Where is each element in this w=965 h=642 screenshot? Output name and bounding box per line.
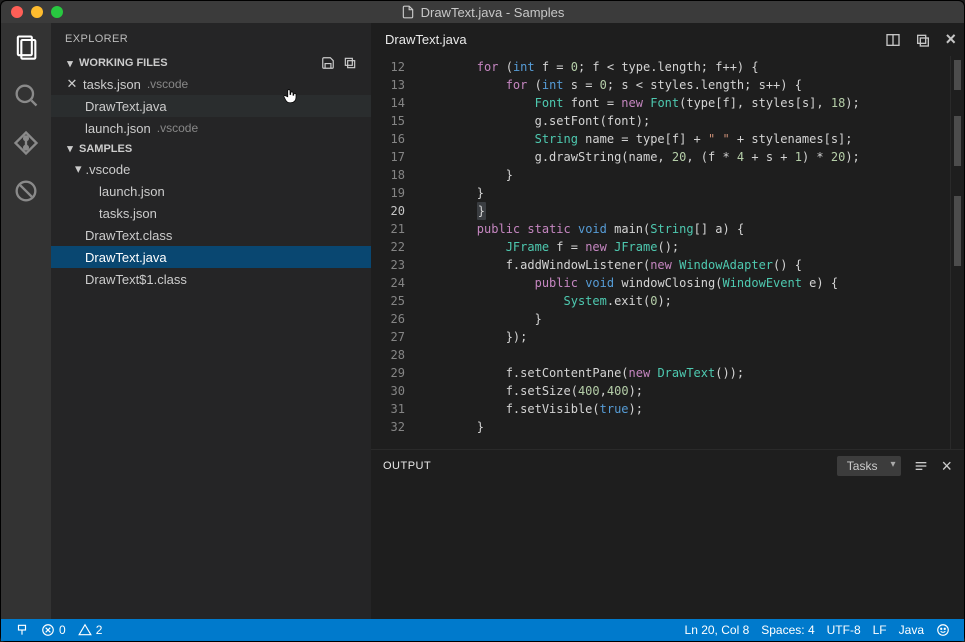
panel-title: OUTPUT [383, 460, 431, 472]
samples-label: SAMPLES [79, 143, 132, 155]
status-bar: 0 2 Ln 20, Col 8 Spaces: 4 UTF-8 LF Java [1, 619, 964, 641]
chevron-down-icon: ▾ [75, 161, 82, 177]
working-file-item[interactable]: DrawText.java [51, 95, 371, 117]
file-dir: .vscode [147, 77, 188, 91]
git-icon[interactable] [12, 129, 40, 157]
more-icon[interactable] [915, 32, 931, 48]
window-zoom-dot[interactable] [51, 6, 63, 18]
search-icon[interactable] [12, 81, 40, 109]
warning-icon [78, 623, 92, 637]
status-feedback[interactable] [930, 623, 956, 637]
samples-list: ▾.vscodelaunch.jsontasks.jsonDrawText.cl… [51, 158, 371, 290]
save-all-icon[interactable] [321, 56, 335, 70]
file-name: DrawText.java [85, 99, 167, 114]
split-editor-icon[interactable] [885, 32, 901, 48]
output-channel-select[interactable]: Tasks [837, 456, 902, 476]
output-body[interactable] [371, 482, 964, 619]
status-lang[interactable]: Java [893, 623, 930, 637]
tab-drawtext[interactable]: DrawText.java [379, 26, 473, 53]
close-editor-icon[interactable]: × [945, 29, 956, 50]
window-minimize-dot[interactable] [31, 6, 43, 18]
tree-folder[interactable]: ▾.vscode [51, 158, 371, 180]
window-close-dot[interactable] [11, 6, 23, 18]
editor-area: DrawText.java × 121314151617181920212223… [371, 23, 964, 619]
status-warnings[interactable]: 2 [72, 623, 109, 637]
close-all-icon[interactable] [343, 56, 357, 70]
status-errors[interactable]: 0 [35, 623, 72, 637]
chevron-down-icon: ▾ [65, 142, 75, 155]
samples-header[interactable]: ▾ SAMPLES [51, 139, 371, 158]
close-panel-icon[interactable]: × [941, 456, 952, 477]
working-file-item[interactable]: launch.json .vscode [51, 117, 371, 139]
output-panel: OUTPUT Tasks × [371, 449, 964, 619]
file-dir: .vscode [157, 121, 198, 135]
status-encoding[interactable]: UTF-8 [821, 623, 867, 637]
chevron-down-icon: ▾ [65, 57, 75, 70]
file-name: launch.json [85, 121, 151, 136]
working-files-header[interactable]: ▾ WORKING FILES [51, 53, 371, 73]
file-name: tasks.json [83, 77, 141, 92]
tree-item[interactable]: launch.json [51, 180, 371, 202]
explorer-icon[interactable] [12, 33, 40, 61]
working-files-list: ✕ tasks.json .vscode DrawText.java launch.js… [51, 73, 371, 139]
close-icon[interactable]: ✕ [65, 76, 79, 92]
status-lncol[interactable]: Ln 20, Col 8 [679, 623, 756, 637]
activity-bar [1, 23, 51, 619]
sidebar: EXPLORER ▾ WORKING FILES ✕ tasks.json .vsc… [51, 23, 371, 619]
window-title: DrawText.java - Samples [421, 5, 565, 20]
minimap[interactable] [950, 56, 964, 449]
status-eol[interactable]: LF [867, 623, 893, 637]
code-editor[interactable]: for (int f = 0; f < type.length; f++) { … [419, 56, 964, 449]
status-spaces[interactable]: Spaces: 4 [755, 623, 820, 637]
smiley-icon [936, 623, 950, 637]
tree-item[interactable]: DrawText.java [51, 246, 371, 268]
status-sync[interactable] [9, 623, 35, 637]
tree-item[interactable]: DrawText$1.class [51, 268, 371, 290]
working-file-item[interactable]: ✕ tasks.json .vscode [51, 73, 371, 95]
sidebar-title: EXPLORER [51, 23, 371, 53]
debug-icon[interactable] [12, 177, 40, 205]
tab-bar: DrawText.java × [371, 23, 964, 56]
status-errors-count: 0 [59, 623, 66, 637]
working-files-label: WORKING FILES [79, 57, 168, 69]
file-icon [401, 5, 415, 19]
line-gutter: 1213141516171819202122232425262728293031… [371, 56, 419, 449]
tree-item[interactable]: DrawText.class [51, 224, 371, 246]
tree-item[interactable]: tasks.json [51, 202, 371, 224]
titlebar: DrawText.java - Samples [1, 1, 964, 23]
error-icon [41, 623, 55, 637]
clear-output-icon[interactable] [913, 458, 929, 474]
status-warnings-count: 2 [96, 623, 103, 637]
